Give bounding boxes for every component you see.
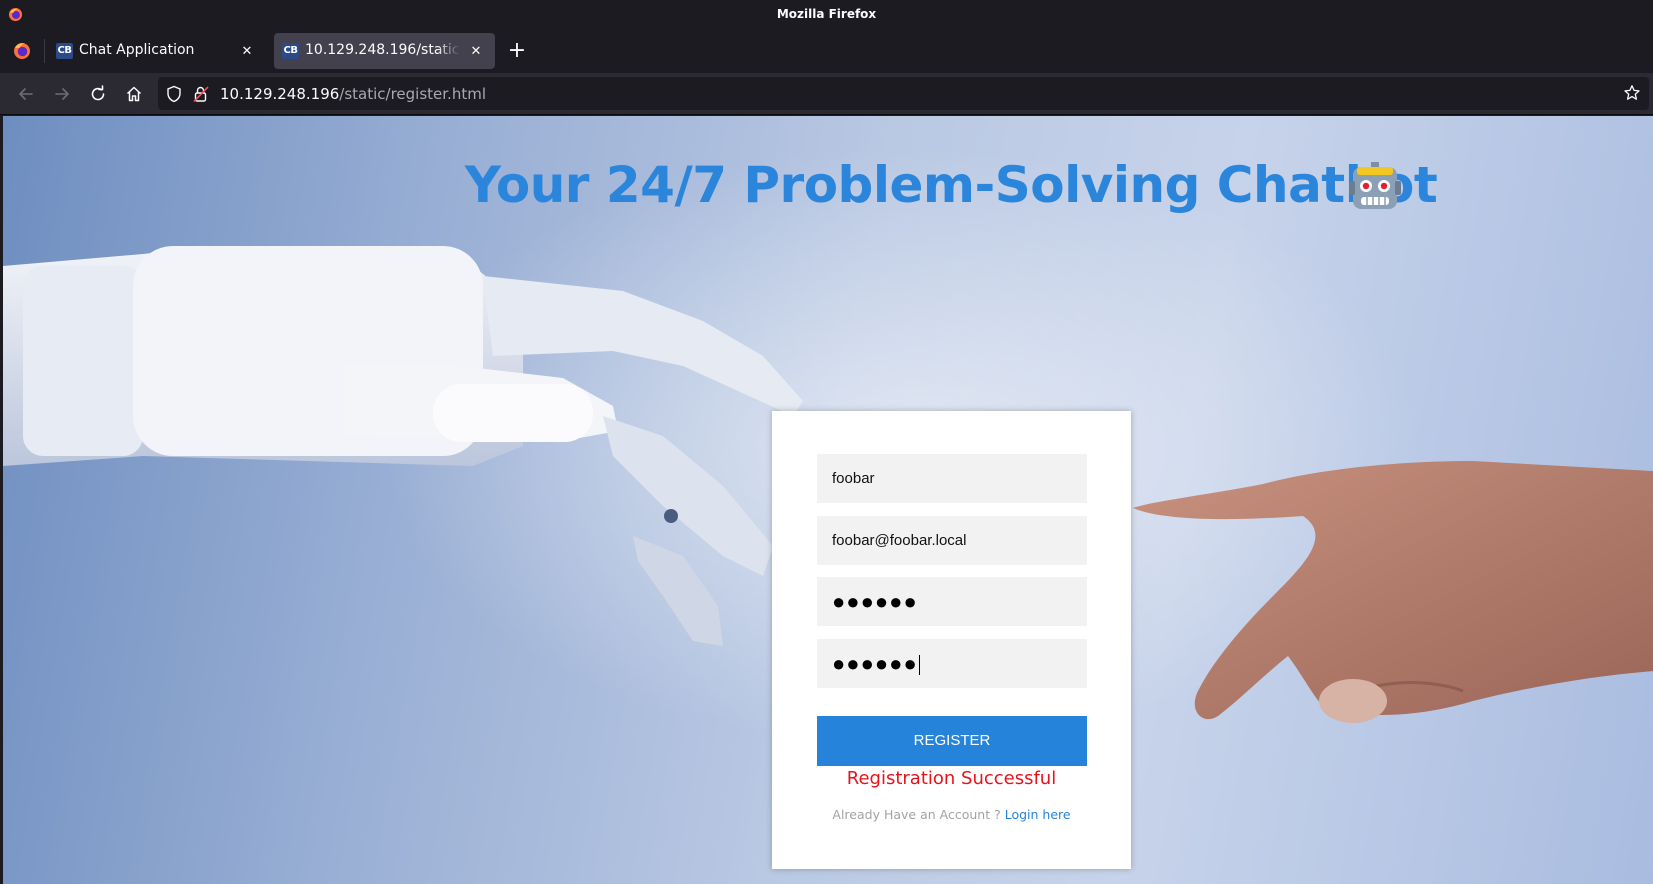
- insecure-lock-icon[interactable]: [193, 85, 209, 103]
- text-caret: [918, 655, 920, 676]
- email-field[interactable]: foobar@foobar.local: [817, 516, 1087, 565]
- tab-chat-application[interactable]: CB Chat Application ✕: [48, 33, 266, 69]
- reload-button[interactable]: [84, 80, 112, 108]
- window-titlebar: Mozilla Firefox: [0, 0, 1653, 29]
- home-icon: [126, 86, 142, 102]
- close-tab-icon[interactable]: ✕: [238, 42, 256, 60]
- reload-icon: [91, 85, 105, 101]
- navigation-bar: 10.129.248.196/static/register.html: [0, 73, 1653, 115]
- register-form-card: foobar foobar@foobar.local ●●●●●● ●●●●●●…: [772, 411, 1131, 869]
- login-prompt-text: Already Have an Account ?: [832, 807, 1001, 822]
- address-bar[interactable]: 10.129.248.196/static/register.html: [158, 77, 1649, 110]
- tab-label: 10.129.248.196/static/register.html: [305, 42, 460, 58]
- registration-status-message: Registration Successful: [846, 768, 1057, 789]
- page-content: Your 24/7 Problem-Solving Chatbot foobar…: [3, 116, 1653, 884]
- favicon-icon: CB: [282, 43, 299, 59]
- url-text[interactable]: 10.129.248.196/static/register.html: [220, 85, 486, 103]
- back-button[interactable]: [12, 80, 40, 108]
- forward-button[interactable]: [48, 80, 76, 108]
- tab-separator: [44, 39, 45, 63]
- tab-register[interactable]: CB 10.129.248.196/static/register.html ✕: [274, 33, 495, 69]
- tab-strip: CB Chat Application ✕ CB 10.129.248.196/…: [0, 29, 1653, 73]
- page-headline: Your 24/7 Problem-Solving Chatbot: [464, 156, 1438, 214]
- close-tab-icon[interactable]: ✕: [467, 42, 485, 60]
- password-field[interactable]: ●●●●●●: [817, 577, 1087, 626]
- login-link[interactable]: Login here: [1005, 807, 1071, 822]
- url-path: /static/register.html: [339, 85, 486, 103]
- favicon-icon: CB: [56, 43, 73, 59]
- login-prompt: Already Have an Account ? Login here: [772, 807, 1131, 822]
- bookmark-star-icon[interactable]: [1623, 84, 1641, 102]
- arrow-right-icon: [55, 88, 69, 100]
- tracking-protection-shield-icon[interactable]: [166, 85, 182, 103]
- username-field[interactable]: foobar: [817, 454, 1087, 503]
- arrow-left-icon: [19, 88, 33, 100]
- confirm-password-field[interactable]: ●●●●●●: [817, 639, 1087, 688]
- home-button[interactable]: [120, 80, 148, 108]
- url-host: 10.129.248.196: [220, 85, 340, 103]
- register-button[interactable]: REGISTER: [817, 716, 1087, 766]
- tab-label: Chat Application: [79, 42, 195, 58]
- confirm-password-value: ●●●●●●: [832, 651, 918, 676]
- firefox-view-icon[interactable]: [12, 41, 32, 61]
- new-tab-button[interactable]: +: [506, 40, 528, 63]
- robot-face-icon: [1349, 162, 1401, 209]
- window-title: Mozilla Firefox: [776, 7, 877, 21]
